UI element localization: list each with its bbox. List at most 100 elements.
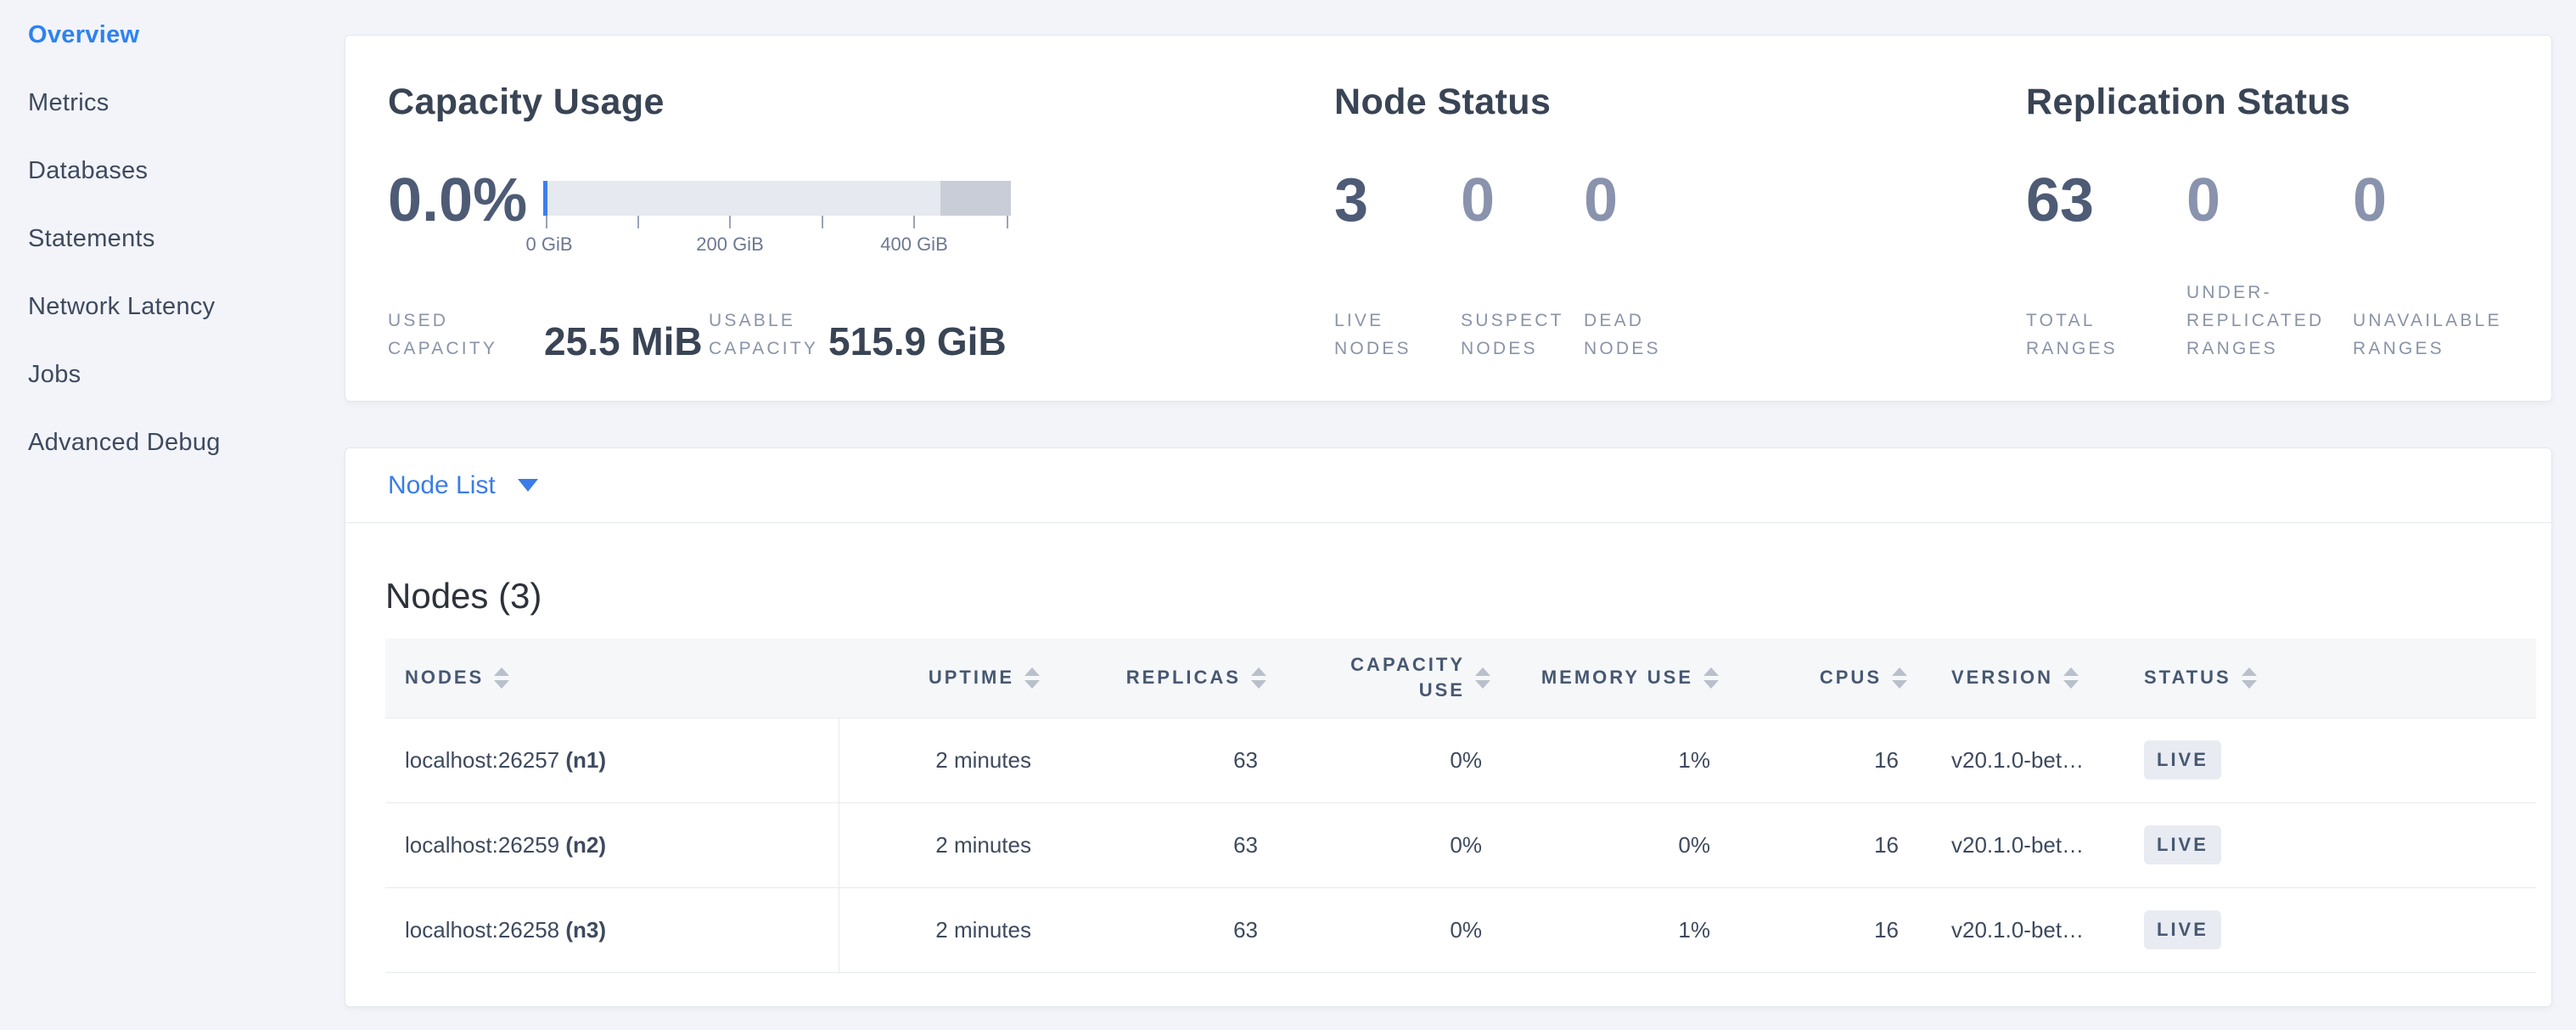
sort-icon [1892, 667, 1907, 689]
sort-icon [1475, 667, 1490, 689]
sidebar-item-databases[interactable]: Databases [0, 137, 345, 205]
node-status-values: 3 0 0 [1334, 167, 1618, 234]
nodes-count-heading: Nodes (3) [385, 576, 2511, 616]
axis-tick [637, 216, 639, 228]
usable-capacity-label: USABLE CAPACITY [709, 307, 828, 363]
column-header-version[interactable]: VERSION [1911, 639, 2134, 718]
suspect-nodes-label: SUSPECT NODES [1461, 307, 1584, 363]
node-address-cell[interactable]: localhost:26259 (n2) [385, 802, 839, 887]
replication-status-labels: TOTAL RANGES UNDER- REPLICATED RANGES UN… [2026, 279, 2502, 363]
total-ranges-label: TOTAL RANGES [2026, 307, 2186, 363]
axis-tick [1007, 216, 1008, 228]
version-cell: v20.1.0-bet… [1911, 802, 2134, 887]
column-header-status[interactable]: STATUS [2134, 639, 2536, 718]
axis-tick [822, 216, 823, 228]
column-header-cpus[interactable]: CPUS [1722, 639, 1911, 718]
unavailable-ranges-value: 0 [2353, 167, 2387, 234]
table-row[interactable]: localhost:26258 (n3) 2 minutes 63 0% 1% … [385, 887, 2536, 972]
sidebar-item-network-latency[interactable]: Network Latency [0, 273, 345, 341]
memory-use-cell: 0% [1494, 802, 1722, 887]
sidebar-item-jobs[interactable]: Jobs [0, 341, 345, 408]
status-badge: LIVE [2144, 740, 2221, 780]
node-status-section: Node Status 3 0 0 LIVE NODES SUSPECT NOD… [1334, 36, 1996, 401]
status-cell: LIVE [2134, 887, 2536, 972]
memory-use-cell: 1% [1494, 718, 1722, 802]
used-capacity-label: USED CAPACITY [388, 307, 544, 363]
sidebar-item-statements[interactable]: Statements [0, 205, 345, 273]
sort-icon [1703, 667, 1719, 689]
replication-status-section: Replication Status 63 0 0 TOTAL RANGES U… [2026, 36, 2535, 401]
unavailable-ranges-label: UNAVAILABLE RANGES [2353, 307, 2502, 363]
column-header-nodes[interactable]: NODES [385, 639, 839, 718]
cluster-summary-card: Capacity Usage 0.0% 0 GiB 200 GiB 400 Gi… [345, 35, 2552, 402]
sort-icon [2063, 667, 2079, 689]
sidebar: Overview Metrics Databases Statements Ne… [0, 0, 345, 476]
node-address-cell[interactable]: localhost:26258 (n3) [385, 887, 839, 972]
status-badge: LIVE [2144, 825, 2221, 864]
sort-icon [1251, 667, 1266, 689]
axis-tick-label: 400 GiB [880, 234, 948, 256]
node-list-dropdown-label: Node List [388, 471, 496, 500]
replicas-cell: 63 [1043, 802, 1270, 887]
axis-tick-label: 200 GiB [696, 234, 764, 256]
capacity-use-cell: 0% [1270, 802, 1494, 887]
capacity-use-cell: 0% [1270, 887, 1494, 972]
table-header-row: NODES UPTIME REPLICAS [385, 639, 2536, 718]
table-row[interactable]: localhost:26259 (n2) 2 minutes 63 0% 0% … [385, 802, 2536, 887]
under-replicated-ranges-value: 0 [2186, 167, 2353, 234]
replication-status-title: Replication Status [2026, 82, 2350, 121]
cpus-cell: 16 [1722, 718, 1911, 802]
uptime-cell: 2 minutes [839, 802, 1043, 887]
axis-tick [729, 216, 731, 228]
capacity-use-cell: 0% [1270, 718, 1494, 802]
axis-tick-label: 0 GiB [525, 234, 572, 256]
sidebar-item-advanced-debug[interactable]: Advanced Debug [0, 408, 345, 476]
uptime-cell: 2 minutes [839, 887, 1043, 972]
sort-icon [2242, 667, 2257, 689]
status-badge: LIVE [2144, 910, 2221, 949]
nodes-panel-header: Node List [345, 448, 2551, 523]
dead-nodes-label: DEAD NODES [1584, 307, 1661, 363]
node-status-title: Node Status [1334, 82, 1551, 121]
capacity-usage-title: Capacity Usage [388, 82, 665, 121]
capacity-usage-section: Capacity Usage 0.0% 0 GiB 200 GiB 400 Gi… [388, 36, 1339, 401]
cpus-cell: 16 [1722, 887, 1911, 972]
used-capacity-value: 25.5 MiB [544, 320, 709, 363]
live-nodes-label: LIVE NODES [1334, 307, 1461, 363]
column-header-capacity-use[interactable]: CAPACITY USE [1270, 639, 1494, 718]
dead-nodes-value: 0 [1584, 167, 1618, 234]
capacity-bar-reserved-segment [940, 181, 1011, 216]
sidebar-item-overview[interactable]: Overview [0, 1, 345, 69]
node-list-dropdown[interactable]: Node List [388, 471, 538, 500]
nodes-panel-card: Node List Nodes (3) NODES UPTIME [345, 447, 2552, 1007]
replication-status-values: 63 0 0 [2026, 167, 2387, 234]
node-address-cell[interactable]: localhost:26257 (n1) [385, 718, 839, 802]
column-header-memory-use[interactable]: MEMORY USE [1494, 639, 1722, 718]
live-nodes-value: 3 [1334, 167, 1461, 234]
sidebar-item-metrics[interactable]: Metrics [0, 69, 345, 137]
chevron-down-icon [518, 479, 538, 492]
status-cell: LIVE [2134, 802, 2536, 887]
table-row[interactable]: localhost:26257 (n1) 2 minutes 63 0% 1% … [385, 718, 2536, 802]
version-cell: v20.1.0-bet… [1911, 887, 2134, 972]
nodes-table: NODES UPTIME REPLICAS [385, 639, 2536, 973]
cpus-cell: 16 [1722, 802, 1911, 887]
status-cell: LIVE [2134, 718, 2536, 802]
column-header-replicas[interactable]: REPLICAS [1043, 639, 1270, 718]
node-status-labels: LIVE NODES SUSPECT NODES DEAD NODES [1334, 279, 1661, 363]
axis-tick [546, 216, 547, 228]
capacity-usage-bar [543, 181, 1011, 216]
sort-icon [494, 667, 509, 689]
version-cell: v20.1.0-bet… [1911, 718, 2134, 802]
usable-capacity-value: 515.9 GiB [828, 320, 1007, 363]
total-ranges-value: 63 [2026, 167, 2186, 234]
capacity-bar-used-segment [543, 181, 547, 216]
replicas-cell: 63 [1043, 887, 1270, 972]
capacity-used-percent: 0.0% [388, 167, 527, 234]
uptime-cell: 2 minutes [839, 718, 1043, 802]
column-header-uptime[interactable]: UPTIME [839, 639, 1043, 718]
replicas-cell: 63 [1043, 718, 1270, 802]
suspect-nodes-value: 0 [1461, 167, 1584, 234]
nodes-panel-body: Nodes (3) NODES UPTIME [345, 576, 2551, 973]
capacity-stats: USED CAPACITY 25.5 MiB USABLE CAPACITY 5… [388, 279, 1007, 363]
